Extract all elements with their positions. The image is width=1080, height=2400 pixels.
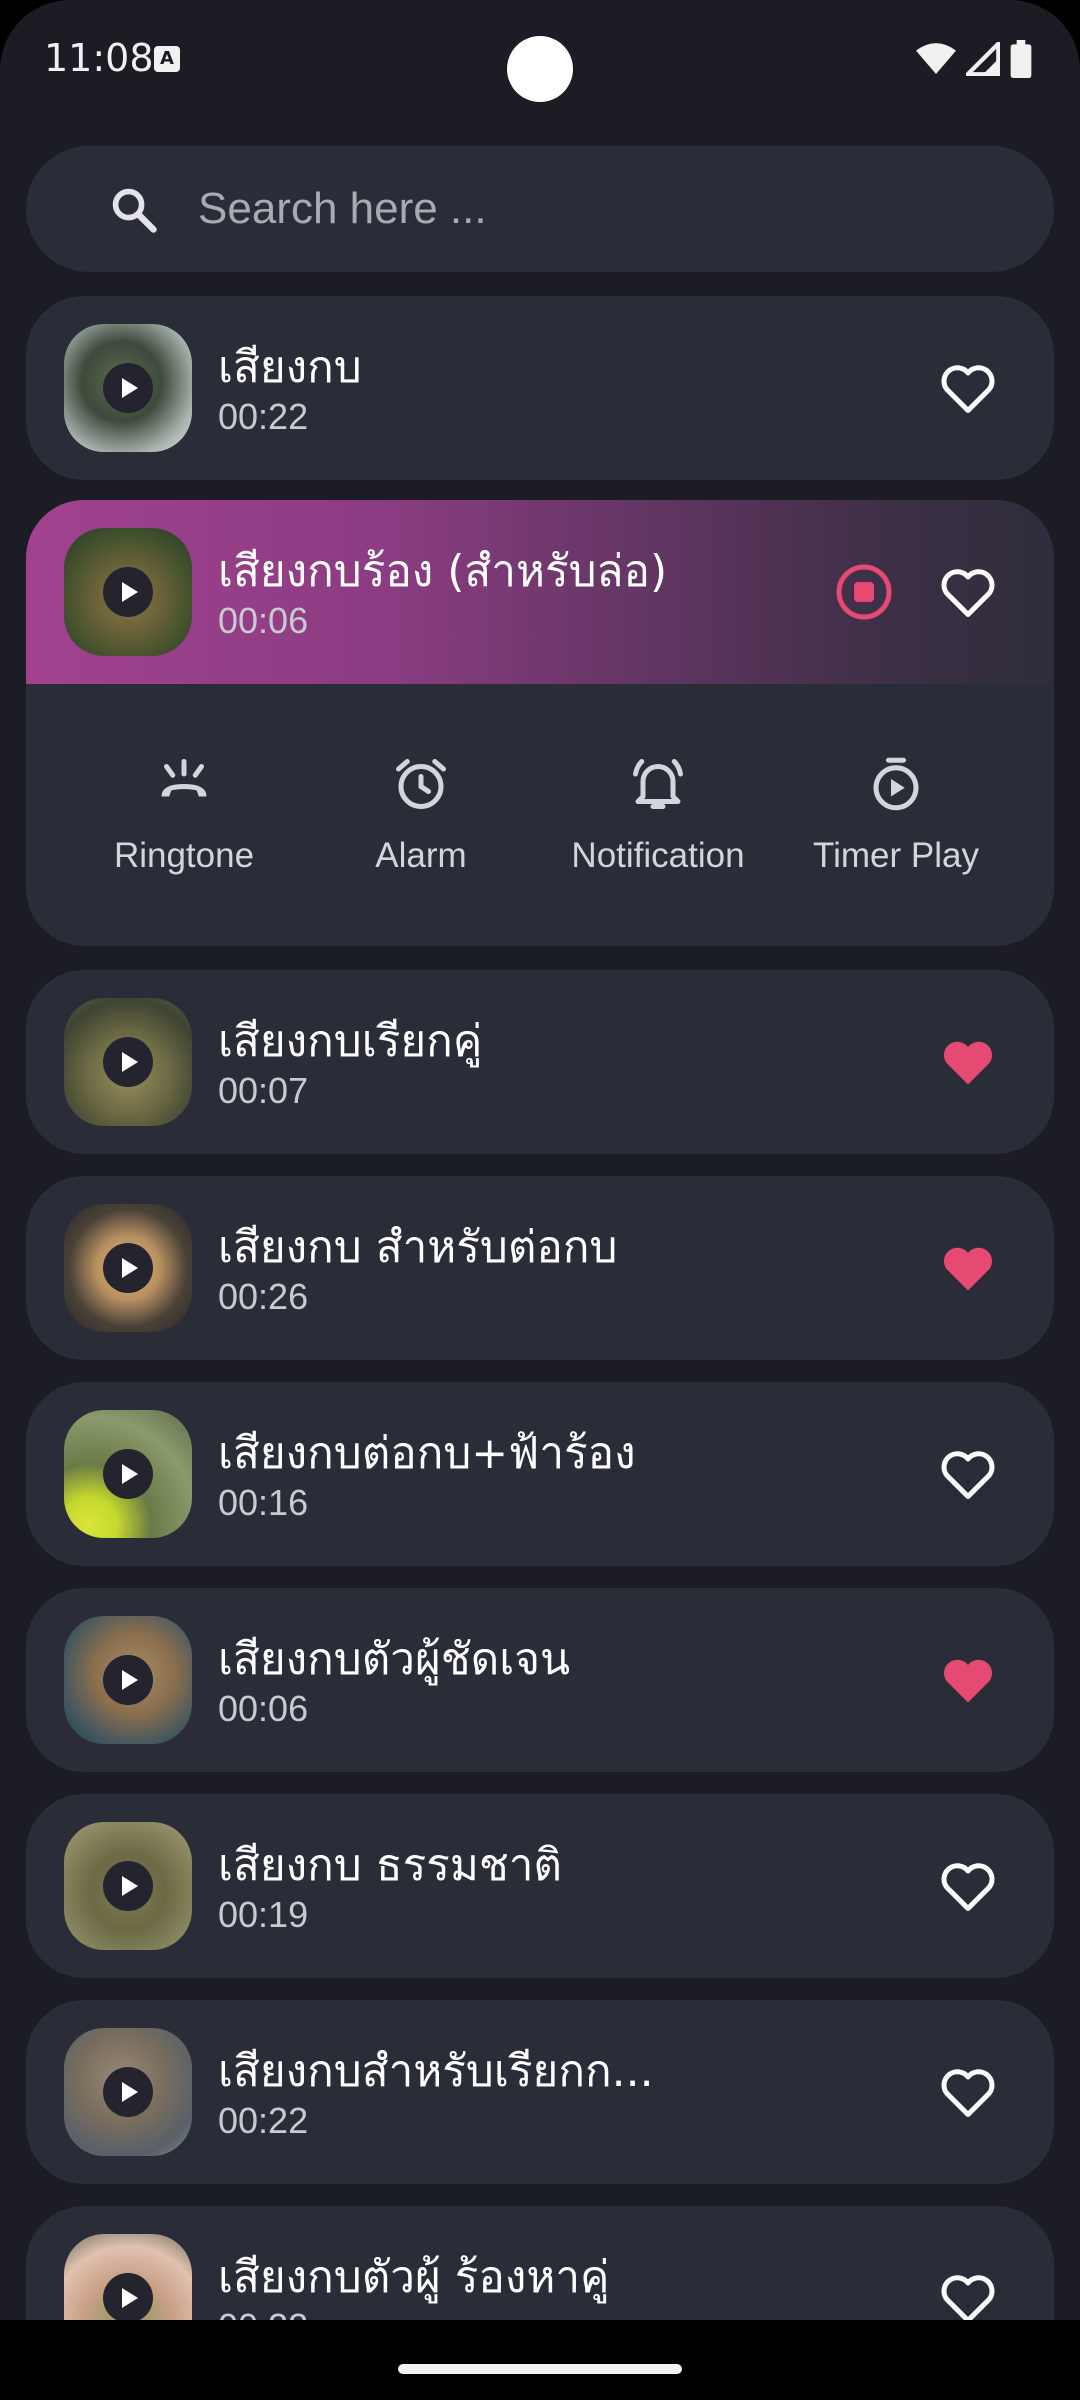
status-time: 11:08 [44, 36, 154, 80]
play-icon [122, 2082, 138, 2102]
sound-duration: 00:06 [218, 600, 309, 641]
navigation-bar [0, 2320, 1080, 2400]
sound-card[interactable]: เสียงกบ สำหรับต่อกบ 00:26 [26, 1176, 1054, 1360]
frog-thumbnail [64, 1410, 192, 1538]
heart-outline-icon[interactable] [938, 2268, 998, 2328]
ringtone-button[interactable]: Ringtone [74, 754, 294, 876]
frog-thumbnail [64, 528, 192, 656]
frog-thumbnail [64, 1204, 192, 1332]
timer-play-button[interactable]: Timer Play [786, 754, 1006, 876]
sound-title: เสียงกบตัวผู้ชัดเจน [218, 1634, 571, 1685]
signal-icon [966, 42, 1000, 76]
sound-duration: 00:16 [218, 1482, 309, 1523]
heart-outline-icon[interactable] [938, 2062, 998, 2122]
wifi-icon [916, 43, 956, 74]
frog-thumbnail [64, 324, 192, 452]
heart-filled-icon[interactable] [938, 1238, 998, 1298]
action-label: Alarm [375, 836, 467, 875]
sound-duration: 00:22 [218, 396, 309, 437]
ringtone-icon [161, 759, 207, 797]
stop-icon[interactable] [834, 562, 894, 622]
sound-title: เสียงกบร้อง (สำหรับล่อ) [218, 546, 668, 597]
play-button[interactable] [103, 2067, 153, 2117]
notification-button[interactable]: Notification [548, 754, 768, 876]
sound-title: เสียงกบตัวผู้ ร้องหาคู่ [218, 2252, 610, 2303]
action-label: Ringtone [113, 836, 255, 875]
alarm-button[interactable]: Alarm [311, 754, 531, 876]
sound-title: เสียงกบ ธรรมชาติ [218, 1840, 562, 1891]
play-button[interactable] [103, 567, 153, 617]
frog-thumbnail [64, 1616, 192, 1744]
sound-card[interactable]: เสียงกบ 00:22 [26, 296, 1054, 480]
status-icons [916, 40, 1032, 78]
frog-thumbnail [64, 2028, 192, 2156]
play-icon [122, 1052, 138, 1072]
expanded-sound-card: เสียงกบร้อง (สำหรับล่อ) 00:06 Ringtone A… [26, 500, 1054, 946]
play-icon [122, 2288, 138, 2308]
sound-card[interactable]: เสียงกบตัวผู้ชัดเจน 00:06 [26, 1588, 1054, 1772]
play-icon [122, 1876, 138, 1896]
sound-actions: Ringtone Alarm Notification Timer Play [26, 684, 1054, 946]
frog-thumbnail [64, 998, 192, 1126]
play-button[interactable] [103, 1861, 153, 1911]
alarm-icon [396, 759, 446, 809]
heart-filled-icon[interactable] [938, 1032, 998, 1092]
keyboard-indicator-icon: A [154, 46, 180, 72]
play-button[interactable] [103, 1655, 153, 1705]
sound-duration: 00:19 [218, 1894, 309, 1935]
search-input[interactable] [198, 176, 998, 242]
sound-title: เสียงกบ สำหรับต่อกบ [218, 1222, 618, 1273]
sound-card[interactable]: เสียงกบต่อกบ+ฟ้าร้อง 00:16 [26, 1382, 1054, 1566]
sound-title: เสียงกบสำหรับเรียกก... [218, 2046, 654, 2097]
play-icon [122, 1258, 138, 1278]
play-button[interactable] [103, 2273, 153, 2323]
play-button[interactable] [103, 1037, 153, 1087]
action-label: Notification [571, 836, 745, 875]
play-icon [122, 378, 138, 398]
sound-title: เสียงกบต่อกบ+ฟ้าร้อง [218, 1428, 636, 1479]
heart-outline-icon[interactable] [938, 1444, 998, 1504]
notification-icon [633, 759, 683, 809]
play-icon [122, 582, 138, 602]
sound-card[interactable]: เสียงกบสำหรับเรียกก... 00:22 [26, 2000, 1054, 2184]
app-screen: 11:08 A Search here ... เสียงกบ 00:22 เส… [0, 0, 1080, 2400]
frog-thumbnail [64, 1822, 192, 1950]
heart-outline-icon[interactable] [938, 358, 998, 418]
sound-title: เสียงกบ [218, 342, 362, 393]
sound-duration: 00:22 [218, 2100, 309, 2141]
action-label: Timer Play [813, 836, 979, 875]
heart-outline-icon[interactable] [938, 1856, 998, 1916]
sound-title: เสียงกบเรียกคู่ [218, 1016, 483, 1067]
heart-outline-icon[interactable] [938, 562, 998, 622]
sound-duration: 00:06 [218, 1688, 309, 1729]
home-indicator[interactable] [398, 2364, 682, 2374]
search-icon [112, 188, 157, 233]
play-button[interactable] [103, 363, 153, 413]
sound-card[interactable]: เสียงกบเรียกคู่ 00:07 [26, 970, 1054, 1154]
play-icon [122, 1670, 138, 1690]
play-button[interactable] [103, 1243, 153, 1293]
sound-duration: 00:07 [218, 1070, 309, 1111]
search-bar[interactable] [26, 146, 1054, 272]
status-bar: 11:08 A [0, 0, 1080, 120]
camera-cutout [507, 36, 573, 102]
play-button[interactable] [103, 1449, 153, 1499]
timer-play-icon [873, 757, 919, 811]
sound-duration: 00:26 [218, 1276, 309, 1317]
play-icon [122, 1464, 138, 1484]
heart-filled-icon[interactable] [938, 1650, 998, 1710]
sound-card[interactable]: เสียงกบ ธรรมชาติ 00:19 [26, 1794, 1054, 1978]
playing-sound-row[interactable]: เสียงกบร้อง (สำหรับล่อ) 00:06 [26, 500, 1054, 684]
battery-icon [1010, 40, 1032, 78]
